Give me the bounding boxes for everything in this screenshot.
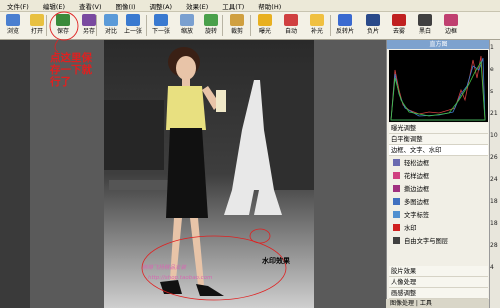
frame-tool-icon (393, 224, 400, 231)
edge-number: e (490, 66, 494, 73)
histogram-title: 直方图 (387, 40, 490, 49)
side-panel: 直方图 曝光调整 白平衡调整 边框、文字、水印 轻松边框花样边框撕边边框多图边框… (386, 40, 490, 308)
edge-number: 26 (490, 154, 498, 161)
panel-item-label: 撕边边框 (404, 186, 430, 193)
edge-number: 24 (490, 176, 498, 183)
panel-item-3[interactable]: 多图边框 (393, 197, 488, 208)
edge-number: 18 (490, 198, 498, 205)
panel-item-1[interactable]: 花样边框 (393, 171, 488, 182)
annotation-line-1: 点这里保 (50, 52, 92, 64)
panel-row-frame-text-watermark[interactable]: 边框、文字、水印 (389, 145, 488, 156)
watermark-effect-label: 水印效果 (262, 257, 290, 265)
panel-row-painting[interactable]: 画感调整 (389, 288, 488, 299)
edge-number: 10 (490, 132, 498, 139)
edge-number: 4 (490, 264, 494, 271)
edge-number: 1 (490, 44, 494, 51)
frame-tool-icon (393, 159, 400, 166)
edge-number: 18 (490, 220, 498, 227)
frame-tool-icon (393, 172, 400, 179)
panel-item-5[interactable]: 水印 (393, 223, 488, 234)
panel-item-6[interactable]: 自由文字与图层 (393, 236, 488, 247)
panel-item-label: 文字标签 (404, 212, 430, 219)
frame-tool-icon (393, 211, 400, 218)
annotation-line-2: 存一下就 (50, 64, 92, 76)
panel-row-white-balance[interactable]: 白平衡调整 (389, 134, 488, 145)
panel-item-label: 水印 (404, 225, 417, 232)
panel-item-4[interactable]: 文字标签 (393, 210, 488, 221)
panel-item-label: 花样边框 (404, 173, 430, 180)
panel-item-label: 多图边框 (404, 199, 430, 206)
histogram (389, 50, 488, 122)
annotation-line-3: 行了 (50, 76, 71, 88)
frame-tool-icon (393, 185, 400, 192)
panel-item-label: 轻松边框 (404, 160, 430, 167)
frame-tool-icon (393, 198, 400, 205)
frame-tool-icon (393, 237, 400, 244)
panel-row-portrait[interactable]: 人像处理 (389, 277, 488, 288)
panel-tabs[interactable]: 图像处理 | 工具 (386, 299, 489, 308)
panel-item-label: 自由文字与图层 (404, 238, 449, 245)
panel-row-exposure[interactable]: 曝光调整 (389, 123, 488, 134)
panel-item-0[interactable]: 轻松边框 (393, 158, 488, 169)
edge-number: 28 (490, 242, 498, 249)
edge-number: s (490, 88, 494, 95)
panel-row-film-effect[interactable]: 胶片效果 (389, 266, 488, 277)
edge-number: 21 (490, 110, 498, 117)
panel-item-2[interactable]: 撕边边框 (393, 184, 488, 195)
